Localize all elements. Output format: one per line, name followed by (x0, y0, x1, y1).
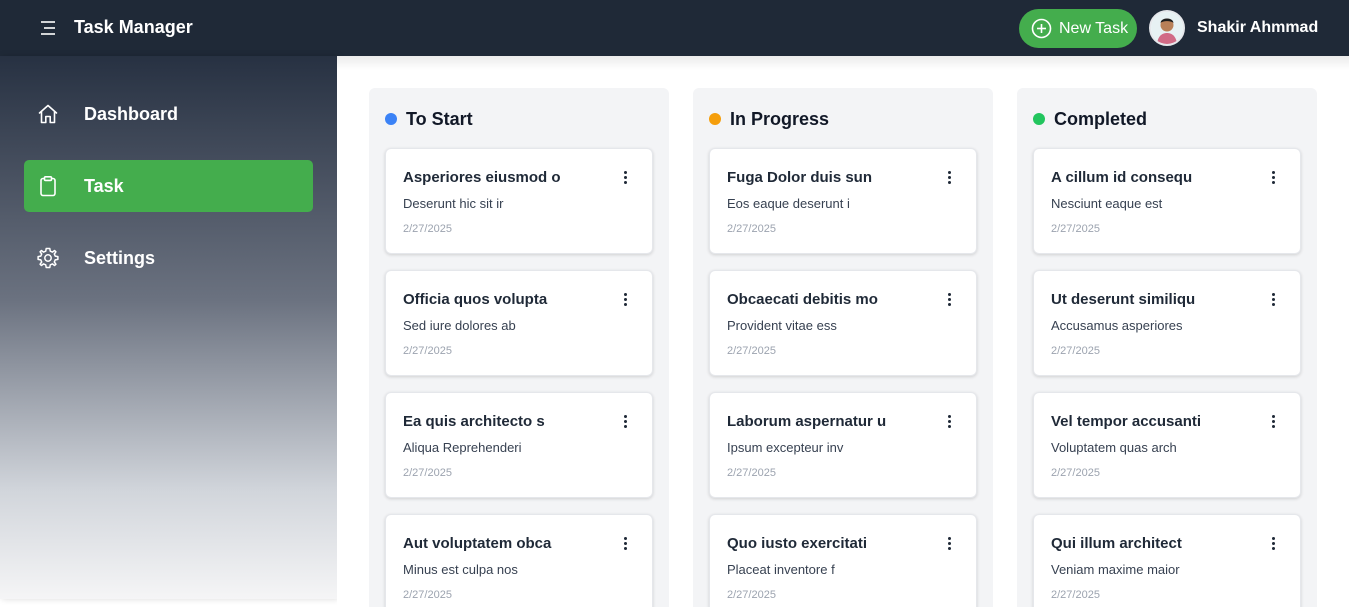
task-card[interactable]: Laborum aspernatur u Ipsum excepteur inv… (709, 392, 977, 498)
sidebar-item-label: Dashboard (84, 104, 179, 124)
task-description: Ipsum excepteur inv (727, 440, 844, 455)
task-date: 2/27/2025 (1051, 467, 1100, 479)
column-in-progress: In Progress Fuga Dolor duis sun Eos eaqu… (693, 88, 993, 607)
task-title: Ut deserunt similiqu (1051, 291, 1196, 308)
task-card[interactable]: Asperiores eiusmod o Deserunt hic sit ir… (385, 148, 653, 254)
sidebar-item-dashboard[interactable]: Dashboard (24, 88, 313, 140)
more-options-icon[interactable] (1266, 535, 1280, 555)
column-title: To Start (406, 108, 473, 129)
more-options-icon[interactable] (1266, 169, 1280, 189)
task-date: 2/27/2025 (403, 223, 452, 235)
task-date: 2/27/2025 (1051, 589, 1100, 601)
task-description: Nesciunt eaque est (1051, 196, 1163, 211)
task-card[interactable]: Ea quis architecto s Aliqua Reprehenderi… (385, 392, 653, 498)
task-date: 2/27/2025 (727, 223, 776, 235)
new-task-label: New Task (1059, 20, 1129, 37)
home-icon (36, 102, 60, 126)
sidebar-item-label: Task (84, 176, 124, 196)
column-title: In Progress (730, 108, 830, 129)
more-options-icon[interactable] (942, 413, 956, 433)
task-date: 2/27/2025 (403, 467, 452, 479)
task-description: Accusamus asperiores (1051, 318, 1183, 333)
more-options-icon[interactable] (1266, 413, 1280, 433)
more-options-icon[interactable] (618, 291, 632, 311)
task-description: Veniam maxime maior (1051, 562, 1180, 577)
task-card[interactable]: Ut deserunt similiqu Accusamus asperiore… (1033, 270, 1301, 376)
task-date: 2/27/2025 (1051, 223, 1100, 235)
task-card[interactable]: Fuga Dolor duis sun Eos eaque deserunt i… (709, 148, 977, 254)
status-dot (385, 113, 397, 125)
task-card[interactable]: Qui illum architect Veniam maxime maior … (1033, 514, 1301, 607)
more-options-icon[interactable] (618, 413, 632, 433)
task-date: 2/27/2025 (403, 345, 452, 357)
gear-icon (36, 246, 60, 270)
more-options-icon[interactable] (942, 169, 956, 189)
task-card[interactable]: Vel tempor accusanti Voluptatem quas arc… (1033, 392, 1301, 498)
column-header: Completed (1033, 108, 1147, 130)
task-description: Voluptatem quas arch (1051, 440, 1177, 455)
top-bar: Task Manager New Task Shakir Ahmmad (0, 0, 1349, 56)
task-title: Fuga Dolor duis sun (727, 169, 872, 186)
task-description: Deserunt hic sit ir (403, 196, 504, 211)
task-description: Minus est culpa nos (403, 562, 518, 577)
task-date: 2/27/2025 (1051, 345, 1100, 357)
task-date: 2/27/2025 (727, 589, 776, 601)
more-options-icon[interactable] (942, 535, 956, 555)
column-to-start: To Start Asperiores eiusmod o Deserunt h… (369, 88, 669, 607)
task-date: 2/27/2025 (403, 589, 452, 601)
task-card[interactable]: Quo iusto exercitati Placeat inventore f… (709, 514, 977, 607)
task-card[interactable]: Officia quos volupta Sed iure dolores ab… (385, 270, 653, 376)
task-title: Vel tempor accusanti (1051, 413, 1202, 430)
more-options-icon[interactable] (618, 535, 632, 555)
task-title: Quo iusto exercitati (727, 535, 868, 552)
task-description: Aliqua Reprehenderi (403, 440, 522, 455)
task-date: 2/27/2025 (727, 345, 776, 357)
task-description: Sed iure dolores ab (403, 318, 516, 333)
task-description: Eos eaque deserunt i (727, 196, 850, 211)
status-dot (1033, 113, 1045, 125)
column-header: In Progress (709, 108, 829, 130)
status-dot (709, 113, 721, 125)
avatar[interactable] (1149, 10, 1185, 46)
sidebar-item-task[interactable]: Task (24, 160, 313, 212)
column-title: Completed (1054, 108, 1148, 129)
task-card[interactable]: A cillum id consequ Nesciunt eaque est 2… (1033, 148, 1301, 254)
sidebar: Dashboard Task Settings (0, 56, 337, 599)
column-header: To Start (385, 108, 473, 130)
sidebar-item-settings[interactable]: Settings (24, 232, 313, 284)
task-description: Placeat inventore f (727, 562, 835, 577)
app-title: Task Manager (74, 17, 193, 37)
task-title: Ea quis architecto s (403, 413, 545, 430)
task-title: A cillum id consequ (1051, 169, 1193, 186)
menu-icon[interactable] (36, 18, 60, 38)
task-title: Qui illum architect (1051, 535, 1182, 552)
task-card[interactable]: Aut voluptatem obca Minus est culpa nos … (385, 514, 653, 607)
task-title: Laborum aspernatur u (727, 413, 887, 430)
more-options-icon[interactable] (1266, 291, 1280, 311)
new-task-button[interactable]: New Task (1019, 9, 1137, 48)
task-title: Asperiores eiusmod o (403, 169, 561, 186)
column-completed: Completed A cillum id consequ Nesciunt e… (1017, 88, 1317, 607)
task-title: Officia quos volupta (403, 291, 548, 308)
task-date: 2/27/2025 (727, 467, 776, 479)
task-description: Provident vitae ess (727, 318, 837, 333)
task-title: Aut voluptatem obca (403, 535, 552, 552)
task-board: To Start Asperiores eiusmod o Deserunt h… (337, 56, 1349, 607)
sidebar-item-label: Settings (84, 248, 156, 268)
user-name[interactable]: Shakir Ahmmad (1197, 19, 1318, 37)
more-options-icon[interactable] (618, 169, 632, 189)
clipboard-icon (36, 174, 60, 198)
plus-circle-icon (1031, 18, 1052, 39)
more-options-icon[interactable] (942, 291, 956, 311)
task-card[interactable]: Obcaecati debitis mo Provident vitae ess… (709, 270, 977, 376)
task-title: Obcaecati debitis mo (727, 291, 878, 308)
